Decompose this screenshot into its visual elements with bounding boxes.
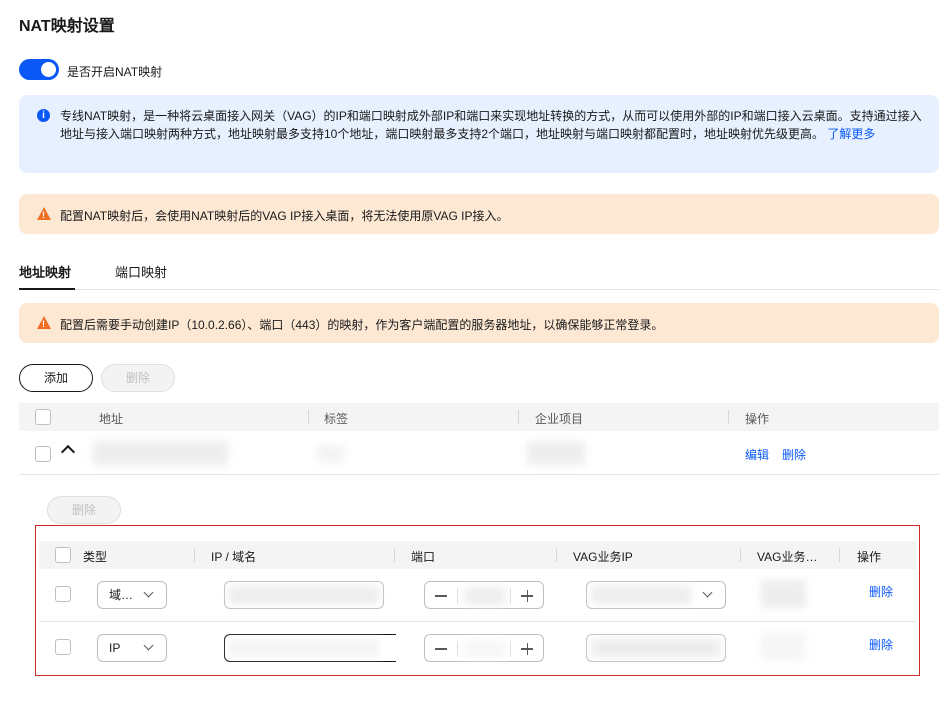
vag-port-redacted [761, 580, 806, 608]
port-stepper[interactable] [424, 634, 544, 662]
warning-banner-1: ! 配置NAT映射后，会使用NAT映射后的VAG IP接入桌面，将无法使用原VA… [19, 194, 939, 234]
header-actions: 操作 [745, 412, 770, 426]
ip-domain-input[interactable] [224, 581, 384, 609]
warning-text-1: 配置NAT映射后，会使用NAT映射后的VAG IP接入桌面，将无法使用原VAG … [60, 209, 509, 223]
sub-row-delete-link[interactable]: 删除 [869, 583, 893, 600]
select-all-checkbox[interactable] [35, 409, 51, 425]
chevron-up-icon[interactable] [60, 444, 76, 460]
mapping-subtable: 类型 IP / 域名 端口 VAG业务IP VAG业务… 操作 域… 删除 IP [35, 525, 920, 676]
tab-address-mapping[interactable]: 地址映射 [19, 262, 75, 290]
chevron-down-icon [702, 587, 713, 598]
toggle-knob [41, 62, 56, 77]
tag-value-redacted [317, 445, 345, 463]
address-value-redacted [93, 441, 228, 465]
sub-header-vag-port: VAG业务… [757, 550, 818, 564]
sub-delete-button[interactable]: 删除 [47, 496, 121, 524]
vag-ip-select[interactable] [586, 581, 726, 609]
mapping-tabs: 地址映射 端口映射 [19, 262, 939, 290]
page-title: NAT映射设置 [19, 18, 115, 35]
header-address: 地址 [99, 412, 124, 426]
header-tag: 标签 [324, 412, 349, 426]
nat-toggle-label: 是否开启NAT映射 [67, 65, 163, 79]
vag-ip-input[interactable] [586, 634, 726, 662]
delete-button[interactable]: 删除 [101, 364, 175, 392]
row-checkbox[interactable] [55, 639, 71, 655]
nat-toggle[interactable] [19, 59, 59, 80]
info-text: 专线NAT映射，是一种将云桌面接入网关（VAG）的IP和端口映射成外部IP和端口… [60, 109, 922, 141]
sub-header-vag-ip: VAG业务IP [573, 550, 633, 564]
learn-more-link[interactable]: 了解更多 [827, 127, 875, 141]
type-select[interactable]: IP [97, 634, 167, 662]
minus-icon[interactable] [435, 595, 447, 597]
tab-port-mapping[interactable]: 端口映射 [115, 262, 167, 290]
sub-select-all-checkbox[interactable] [55, 547, 71, 563]
port-stepper[interactable] [424, 581, 544, 609]
minus-icon[interactable] [435, 648, 447, 650]
warning-text-2: 配置后需要手动创建IP（10.0.2.66）、端口（443）的映射，作为客户端配… [60, 318, 664, 332]
ip-domain-input[interactable] [224, 634, 396, 662]
info-banner: i 专线NAT映射，是一种将云桌面接入网关（VAG）的IP和端口映射成外部IP和… [19, 95, 939, 173]
chevron-down-icon [143, 640, 154, 651]
project-value-redacted [527, 441, 585, 465]
sub-header-actions: 操作 [857, 550, 882, 564]
row-checkbox[interactable] [35, 446, 51, 462]
chevron-down-icon [143, 587, 154, 598]
type-select[interactable]: 域… [97, 581, 167, 609]
subtable-header: 类型 IP / 域名 端口 VAG业务IP VAG业务… 操作 [39, 541, 916, 569]
sub-header-type: 类型 [83, 550, 108, 564]
warning-banner-2: ! 配置后需要手动创建IP（10.0.2.66）、端口（443）的映射，作为客户… [19, 303, 939, 343]
warning-icon: ! [37, 207, 51, 220]
row-delete-link[interactable]: 删除 [782, 446, 806, 463]
sub-header-port: 端口 [411, 550, 436, 564]
info-icon: i [37, 109, 50, 122]
edit-link[interactable]: 编辑 [745, 446, 769, 463]
subtable-row: IP 删除 [39, 622, 916, 675]
subtable-row: 域… 删除 [39, 569, 916, 622]
sub-header-ip-domain: IP / 域名 [211, 550, 257, 564]
sub-row-delete-link[interactable]: 删除 [869, 636, 893, 653]
vag-port-redacted [761, 633, 806, 661]
warning-icon: ! [37, 316, 51, 329]
table-header: 地址 标签 企业项目 操作 [19, 403, 939, 431]
add-button[interactable]: 添加 [19, 364, 93, 392]
row-checkbox[interactable] [55, 586, 71, 602]
table-row: 编辑 删除 [19, 431, 939, 475]
header-enterprise-project: 企业项目 [535, 412, 584, 426]
